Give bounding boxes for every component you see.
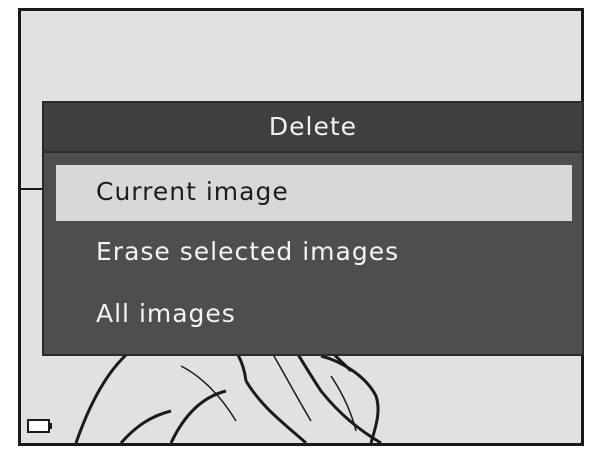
menu-item-label: Erase selected images bbox=[96, 237, 400, 266]
menu-item-label: All images bbox=[96, 299, 236, 328]
delete-dialog: Delete Current image Erase selected imag… bbox=[42, 101, 584, 356]
battery-icon bbox=[27, 419, 52, 433]
menu-item-current-image[interactable]: Current image bbox=[56, 165, 572, 221]
camera-page: Delete Current image Erase selected imag… bbox=[0, 0, 591, 450]
dialog-title: Delete bbox=[268, 112, 358, 141]
menu-item-label: Current image bbox=[96, 177, 289, 206]
dialog-header: Delete bbox=[44, 103, 582, 153]
menu-item-all-images[interactable]: All images bbox=[56, 287, 572, 343]
menu-item-erase-selected-images[interactable]: Erase selected images bbox=[56, 225, 572, 281]
